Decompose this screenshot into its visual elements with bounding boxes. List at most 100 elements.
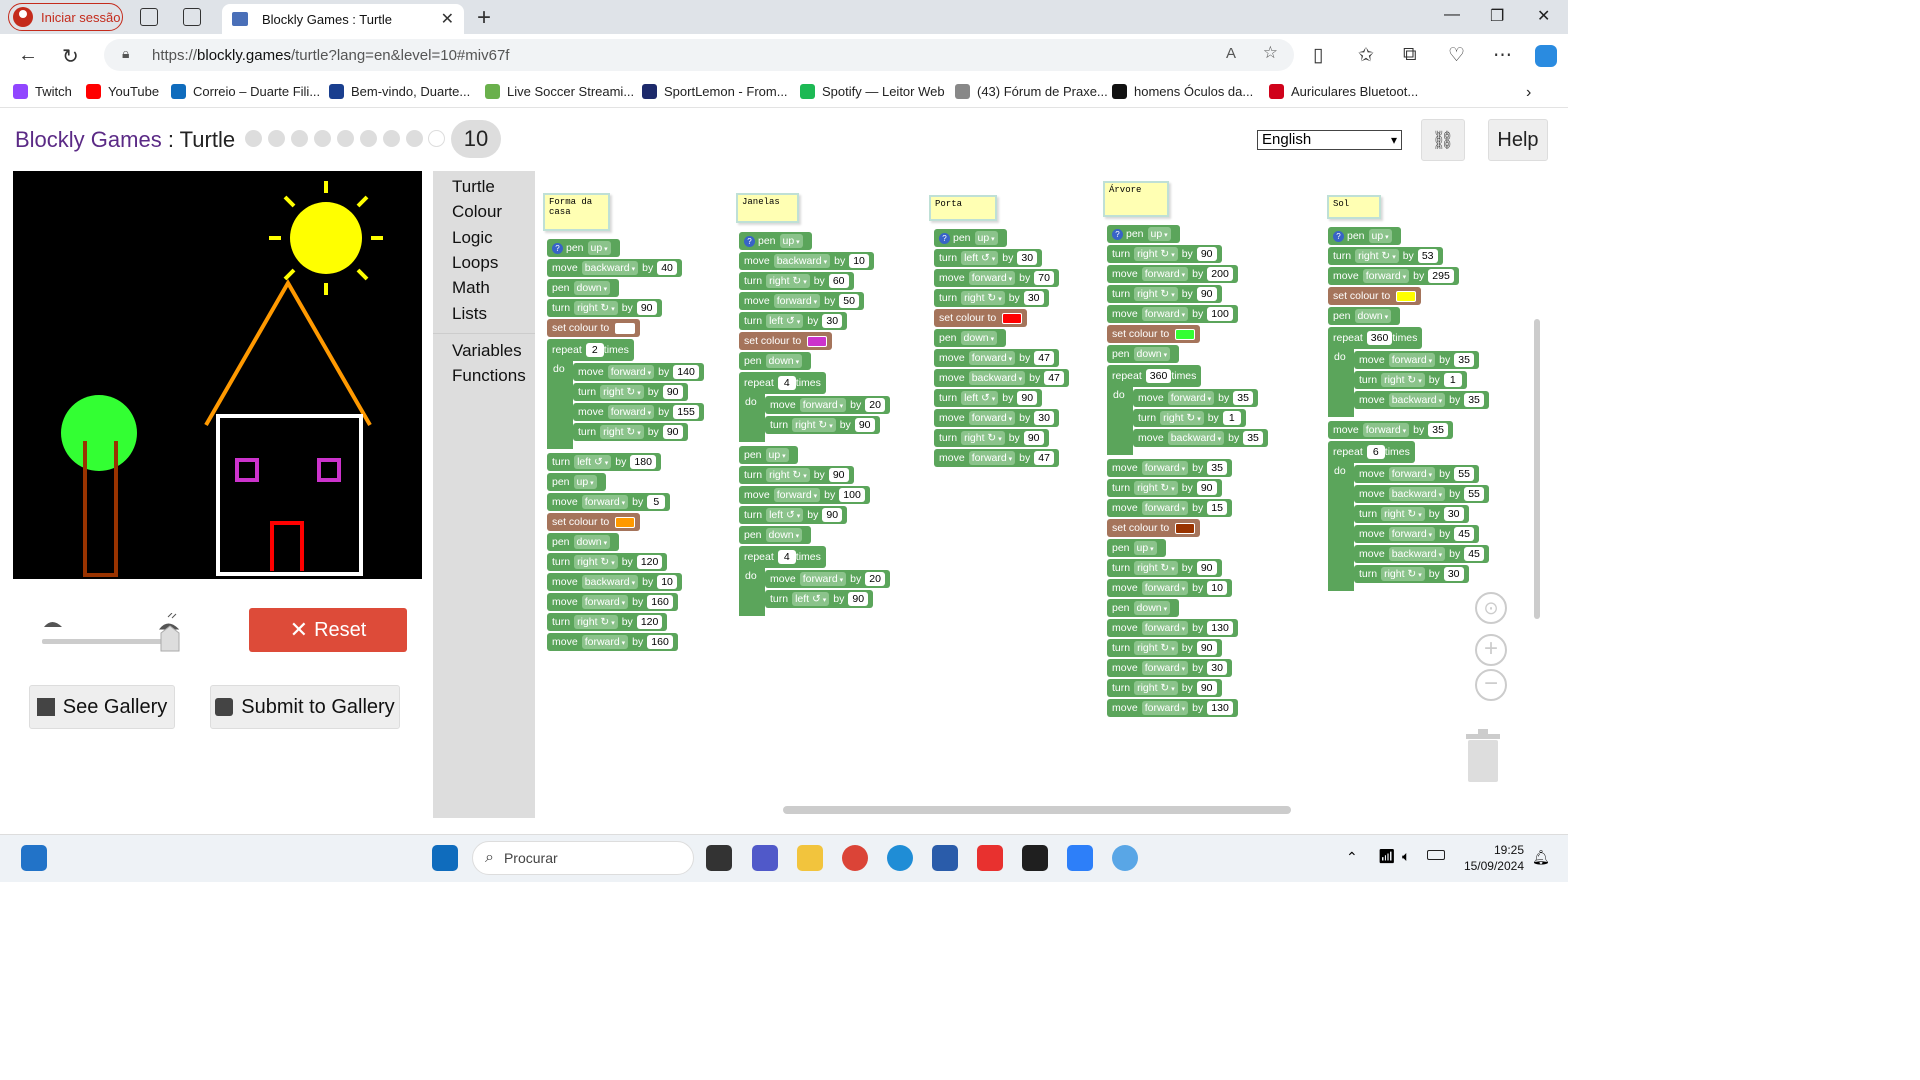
collections-icon[interactable]: ⧉ <box>1403 44 1417 66</box>
pen-block[interactable]: pen down <box>739 526 812 544</box>
move-block[interactable]: moveforwardby35 <box>1328 421 1453 439</box>
move-block[interactable]: moveforwardby47 <box>934 449 1059 467</box>
move-block[interactable]: moveforwardby10 <box>1107 579 1232 597</box>
repeat-block[interactable]: repeat 4 times <box>739 372 826 394</box>
move-block[interactable]: moveforwardby55 <box>1354 465 1479 483</box>
repeat-block[interactable]: repeat 4 times <box>739 546 826 568</box>
level-dot-4[interactable] <box>314 130 331 147</box>
power-automate-icon[interactable] <box>1067 845 1093 871</box>
set-colour-block[interactable]: set colour to <box>547 513 641 531</box>
turn-block[interactable]: turnright ↻by60 <box>739 272 854 290</box>
move-block[interactable]: moveforwardby100 <box>739 486 870 504</box>
zoom-reset-icon[interactable]: ⊙ <box>1475 592 1507 624</box>
turn-block[interactable]: turnright ↻by90 <box>1107 245 1222 263</box>
dropbox-icon[interactable] <box>1022 845 1048 871</box>
toolbox-category-turtle[interactable]: Turtle <box>452 177 495 197</box>
move-block[interactable]: moveforwardby35 <box>1133 389 1258 407</box>
move-block[interactable]: movebackwardby47 <box>934 369 1069 387</box>
move-block[interactable]: moveforwardby15 <box>1107 499 1232 517</box>
repeat-block[interactable]: repeat 2 times <box>547 339 634 361</box>
move-block[interactable]: movebackwardby35 <box>1354 391 1489 409</box>
set-colour-block[interactable]: set colour to <box>739 332 833 350</box>
tray-chevron-icon[interactable]: ⌃ <box>1346 849 1358 866</box>
turn-block[interactable]: turnright ↻by90 <box>547 299 662 317</box>
bookmarks-more-chevron-icon[interactable]: › <box>1526 84 1531 102</box>
comment-house[interactable]: Forma da casa <box>543 193 610 231</box>
link-button[interactable]: ⛓ <box>1421 119 1465 161</box>
maximize-icon[interactable]: ❐ <box>1490 6 1504 26</box>
set-colour-block[interactable]: set colour to <box>1328 287 1422 305</box>
pen-block[interactable]: ? pen up <box>547 239 620 257</box>
turn-block[interactable]: turnright ↻by90 <box>1107 639 1222 657</box>
widgets-icon[interactable] <box>21 845 47 871</box>
pen-block[interactable]: ? pen up <box>1107 225 1180 243</box>
move-block[interactable]: moveforwardby5 <box>547 493 671 511</box>
move-block[interactable]: moveforwardby295 <box>1328 267 1459 285</box>
read-aloud-icon[interactable]: A <box>1226 45 1236 62</box>
turn-block[interactable]: turnleft ↺by90 <box>765 590 874 608</box>
split-screen-icon[interactable]: ▯ <box>1313 44 1323 67</box>
move-block[interactable]: moveforwardby140 <box>573 363 704 381</box>
move-block[interactable]: moveforwardby70 <box>934 269 1059 287</box>
close-tab-icon[interactable]: ✕ <box>441 9 454 29</box>
back-icon[interactable]: ← <box>18 44 38 67</box>
bookmark-youtube[interactable]: YouTube <box>86 84 159 99</box>
url-field[interactable]: 🔒︎ https://blockly.games/turtle?lang=en&… <box>104 39 1294 71</box>
toolbox-category-colour[interactable]: Colour <box>452 202 502 222</box>
workspace-vertical-scrollbar[interactable] <box>1534 319 1540 619</box>
move-block[interactable]: movebackwardby10 <box>547 573 682 591</box>
task-view-icon[interactable] <box>706 845 732 871</box>
move-block[interactable]: moveforwardby35 <box>1107 459 1232 477</box>
move-block[interactable]: movebackwardby35 <box>1133 429 1268 447</box>
store-icon[interactable] <box>932 845 958 871</box>
bookmark-correio[interactable]: Correio – Duarte Fili... <box>171 84 320 99</box>
move-block[interactable]: movebackwardby10 <box>739 252 874 270</box>
bookmark-auriculares[interactable]: Auriculares Bluetoot... <box>1269 84 1418 99</box>
level-dot-7[interactable] <box>383 130 400 147</box>
refresh-icon[interactable]: ↻ <box>62 44 79 69</box>
turn-block[interactable]: turnleft ↺by90 <box>739 506 848 524</box>
turn-block[interactable]: turnright ↻by90 <box>1107 285 1222 303</box>
pen-block[interactable]: pen down <box>1107 599 1180 617</box>
pen-block[interactable]: pen up <box>1107 539 1166 557</box>
turn-block[interactable]: turnright ↻by90 <box>1107 559 1222 577</box>
pen-block[interactable]: pen down <box>934 329 1007 347</box>
set-colour-block[interactable]: set colour to <box>934 309 1028 327</box>
toolbox-category-math[interactable]: Math <box>452 278 490 298</box>
comment-sun[interactable]: Sol <box>1327 195 1381 219</box>
wifi-icon[interactable]: 📶︎ <box>1378 848 1396 865</box>
bookmark-sportlemon[interactable]: SportLemon - From... <box>642 84 788 99</box>
submit-gallery-button[interactable]: Submit to Gallery <box>210 685 400 729</box>
move-block[interactable]: moveforwardby30 <box>1107 659 1232 677</box>
teams-icon[interactable] <box>752 845 778 871</box>
move-block[interactable]: moveforwardby20 <box>765 570 890 588</box>
move-block[interactable]: moveforwardby45 <box>1354 525 1479 543</box>
level-dot-9[interactable] <box>428 130 445 147</box>
bookmark-homens-oculos[interactable]: homens Óculos da... <box>1112 84 1253 99</box>
zoom-in-icon[interactable]: + <box>1475 634 1507 666</box>
notification-bell-icon[interactable]: 🔔︎ <box>1532 849 1550 866</box>
pen-block[interactable]: ? pen up <box>1328 227 1401 245</box>
turn-block[interactable]: turnleft ↺by90 <box>934 389 1043 407</box>
pen-block[interactable]: pen down <box>1328 307 1401 325</box>
bookmark-spotify[interactable]: Spotify — Leitor Web <box>800 84 945 99</box>
brand-link[interactable]: Blockly Games <box>15 127 162 152</box>
new-tab-button[interactable]: + <box>477 4 491 32</box>
turn-block[interactable]: turnright ↻by90 <box>934 429 1049 447</box>
comment-tree[interactable]: Árvore <box>1103 181 1169 217</box>
turn-block[interactable]: turnright ↻by120 <box>547 553 668 571</box>
office-app-icon[interactable] <box>977 845 1003 871</box>
pen-block[interactable]: ? pen up <box>934 229 1007 247</box>
turn-block[interactable]: turnright ↻by30 <box>934 289 1049 307</box>
set-colour-block[interactable]: set colour to <box>547 319 641 337</box>
move-block[interactable]: moveforwardby160 <box>547 633 678 651</box>
pen-block[interactable]: pen down <box>547 279 620 297</box>
move-block[interactable]: moveforwardby130 <box>1107 619 1238 637</box>
favorites-icon[interactable]: ✩ <box>1358 44 1374 67</box>
tab-actions-icon[interactable] <box>183 8 201 26</box>
move-block[interactable]: moveforwardby160 <box>547 593 678 611</box>
minimize-icon[interactable]: — <box>1444 6 1460 24</box>
level-dot-6[interactable] <box>360 130 377 147</box>
pen-block[interactable]: ? pen up <box>739 232 812 250</box>
taskbar-search[interactable]: ⌕ Procurar <box>472 841 694 875</box>
